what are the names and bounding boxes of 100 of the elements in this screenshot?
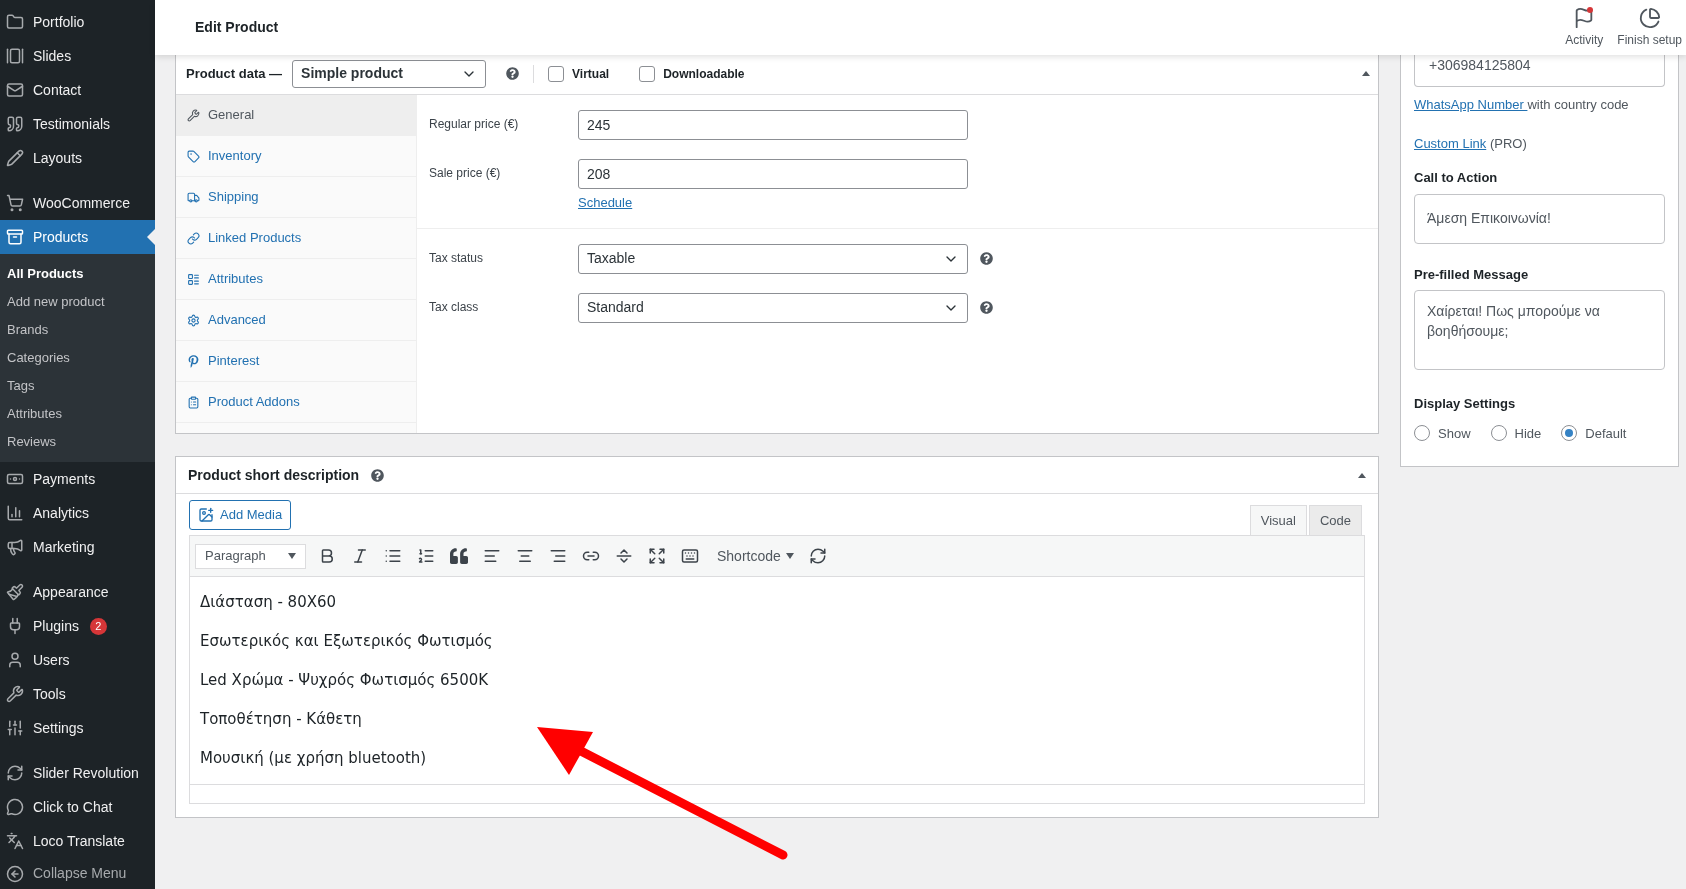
submenu-item[interactable]: Add new product xyxy=(0,288,155,316)
align-left-icon[interactable] xyxy=(483,547,501,565)
radio-option[interactable]: Hide xyxy=(1490,423,1542,443)
submenu-item[interactable]: Tags xyxy=(0,372,155,400)
message-textarea[interactable]: Χαίρεται! Πως μπορούμε να βοηθήσουμε; xyxy=(1414,290,1665,370)
sidebar-item[interactable]: Plugins 2 xyxy=(0,609,155,643)
sidebar-item[interactable]: Testimonials xyxy=(0,107,155,141)
header-action[interactable]: Activity xyxy=(1563,6,1606,49)
bullet-list-icon[interactable] xyxy=(384,547,402,565)
collapse-arrow-icon[interactable] xyxy=(1362,71,1370,76)
count-badge: 2 xyxy=(89,617,107,635)
field-label: Display Settings xyxy=(1414,395,1517,413)
list-icon xyxy=(187,272,200,286)
editor-tab[interactable]: Visual xyxy=(1249,505,1307,535)
sidebar-item[interactable]: Portfolio xyxy=(0,5,155,39)
bar-chart-icon xyxy=(6,504,24,522)
sliders-icon xyxy=(6,719,24,737)
radio-option[interactable]: Default xyxy=(1561,423,1627,443)
add-media-button[interactable]: Add Media xyxy=(189,500,292,530)
editor-tab[interactable]: Code xyxy=(1308,505,1362,535)
select-field[interactable]: Taxable xyxy=(578,243,968,274)
sidebar-item[interactable]: Tools xyxy=(0,677,155,711)
collapse-arrow-icon[interactable] xyxy=(1358,472,1366,478)
align-center-icon[interactable] xyxy=(516,547,534,565)
format-select[interactable]: Paragraph xyxy=(195,543,306,569)
hint-text: with country code xyxy=(1527,97,1629,112)
shortcode-dropdown[interactable]: Shortcode xyxy=(717,545,794,567)
numbered-list-icon[interactable] xyxy=(417,547,435,565)
input-field[interactable]: 245 xyxy=(578,110,968,140)
field-label: Tax class xyxy=(429,298,480,316)
sidebar-item[interactable]: Payments xyxy=(0,462,155,496)
sidebar-item[interactable]: Slider Revolution xyxy=(0,756,155,790)
checkbox[interactable] xyxy=(639,65,656,82)
sidebar-item[interactable]: Products xyxy=(0,220,155,254)
product-type-select[interactable]: Simple product xyxy=(292,59,487,88)
custom-link[interactable]: Custom Link xyxy=(1414,135,1487,151)
sidebar-item[interactable]: Slides xyxy=(0,39,155,73)
quote-icon[interactable] xyxy=(450,547,468,565)
collapse-menu-button[interactable]: Collapse Menu xyxy=(0,858,155,889)
folder-icon xyxy=(6,13,24,31)
sidebar-item[interactable]: Marketing xyxy=(0,530,155,564)
paragraph: Τοποθέτηση - Κάθετη xyxy=(200,709,363,730)
submenu-item[interactable]: Attributes xyxy=(0,400,155,428)
sidebar-item[interactable]: Loco Translate xyxy=(0,824,155,858)
mail-icon xyxy=(6,81,24,99)
help-icon[interactable] xyxy=(980,252,993,265)
collapse-icon xyxy=(6,864,24,883)
product-data-tab[interactable]: Pinterest xyxy=(176,341,416,382)
input-field[interactable]: +306984125804 xyxy=(1414,55,1665,87)
product-data-tab[interactable]: Inventory xyxy=(176,136,416,177)
radio-option[interactable]: Show xyxy=(1414,423,1471,443)
help-icon[interactable] xyxy=(506,67,520,80)
sidebar-item[interactable]: Users xyxy=(0,643,155,677)
submenu-item[interactable]: All Products xyxy=(0,260,155,288)
header-action[interactable]: Finish setup xyxy=(1615,6,1684,49)
paragraph: Εσωτερικός και Εξωτερικός Φωτισμός xyxy=(200,631,494,652)
checkbox[interactable] xyxy=(548,65,565,82)
italic-icon[interactable] xyxy=(351,547,369,565)
help-icon[interactable] xyxy=(371,468,385,482)
fullscreen-icon[interactable] xyxy=(648,547,666,565)
help-icon[interactable] xyxy=(980,301,993,314)
checkbox-label: Virtual xyxy=(572,65,610,83)
editor-content[interactable]: Διάσταση - 80X60 Εσωτερικός και Εξωτερικός Φωτισμός Led Χρώμα - Ψυχρός Φωτισμός 6500K Τοποθέτηση - Κάθετη Μουσική (με χρήση bluetooth) xyxy=(190,577,1364,784)
paragraph: Μουσική (με χρήση bluetooth) xyxy=(200,748,428,769)
schedule-link[interactable]: Schedule xyxy=(578,193,968,213)
sidebar-item[interactable]: Settings xyxy=(0,711,155,745)
product-data-tab[interactable]: General xyxy=(176,95,416,136)
pencil-icon xyxy=(6,149,24,167)
checkbox-label: Downloadable xyxy=(663,65,745,83)
align-right-icon[interactable] xyxy=(549,547,567,565)
sidebar-item[interactable]: Analytics xyxy=(0,496,155,530)
caret-icon xyxy=(785,553,794,559)
field-label: Pre-filled Message xyxy=(1414,265,1530,284)
input-field[interactable]: Άμεση Επικοινωνία! xyxy=(1414,193,1665,244)
read-more-icon[interactable] xyxy=(615,547,633,565)
product-data-tab[interactable]: Advanced xyxy=(176,300,416,341)
sidebar-item[interactable]: Contact xyxy=(0,73,155,107)
keyboard-icon[interactable] xyxy=(681,547,699,565)
input-field[interactable]: 208 xyxy=(578,159,968,189)
submenu-item[interactable]: Reviews xyxy=(0,428,155,456)
field-label: Tax status xyxy=(429,249,485,267)
sidebar-item[interactable]: WooCommerce xyxy=(0,186,155,220)
sidebar-item[interactable]: Click to Chat xyxy=(0,790,155,824)
submenu-item[interactable]: Categories xyxy=(0,344,155,372)
whatsapp-number-link[interactable]: WhatsApp Number xyxy=(1414,97,1528,112)
field-label: Regular price (€) xyxy=(429,116,520,133)
refresh-icon[interactable] xyxy=(808,547,827,565)
select-field[interactable]: Standard xyxy=(578,292,968,323)
wrench-icon xyxy=(187,108,200,122)
product-data-tab[interactable]: Attributes xyxy=(176,259,416,300)
current-page-indicator xyxy=(147,229,155,245)
quote-icon xyxy=(6,115,24,133)
product-data-tab[interactable]: Product Addons xyxy=(176,382,416,423)
sidebar-item[interactable]: Layouts xyxy=(0,141,155,175)
slides-icon xyxy=(6,47,24,65)
submenu-item[interactable]: Brands xyxy=(0,316,155,344)
progress-icon xyxy=(1638,6,1661,29)
product-data-tab[interactable]: Linked Products xyxy=(176,218,416,259)
sidebar-item[interactable]: Appearance xyxy=(0,575,155,609)
product-data-tab[interactable]: Shipping xyxy=(176,177,416,218)
